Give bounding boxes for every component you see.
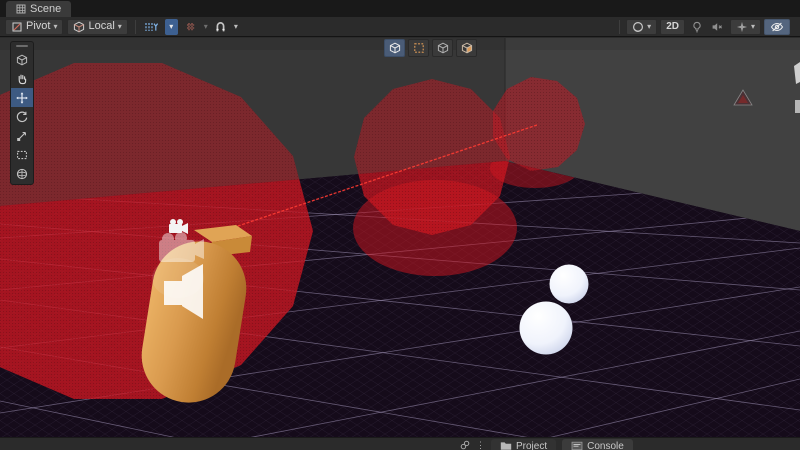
transform-icon — [16, 168, 28, 179]
2d-view-button[interactable]: 2D — [660, 18, 685, 35]
scene-audio-button[interactable] — [709, 19, 727, 35]
scene-toolbar: Pivot ▾ Local ▾ ▾ ▾ ▾ ▾ 2D ▾ — [0, 17, 800, 37]
tool-rect[interactable] — [11, 145, 33, 164]
snap-grid-icon — [186, 22, 195, 31]
local-caret-icon: ▾ — [117, 21, 122, 31]
console-icon — [571, 441, 583, 450]
audio-muted-icon — [713, 22, 723, 31]
handle-rotation-button[interactable]: Local ▾ — [67, 18, 128, 35]
folder-icon — [500, 442, 512, 450]
scene-render — [0, 38, 800, 450]
overlay-drag-handle[interactable] — [16, 45, 28, 47]
scene-grid-icon — [16, 4, 26, 14]
toolbar-separator-right — [619, 19, 621, 34]
tool-view-cube[interactable] — [11, 50, 33, 69]
window-tab-bar: Scene — [0, 0, 800, 17]
scene-tab-label: Scene — [30, 3, 62, 15]
white-sphere-large[interactable] — [519, 301, 573, 355]
tool-rotate[interactable] — [11, 107, 33, 126]
cube-face-icon — [461, 42, 472, 54]
rect-tool-icon — [17, 150, 27, 159]
toolbar-separator — [134, 19, 136, 34]
local-label: Local — [88, 20, 115, 32]
toolbar-right-group: ▾ 2D ▾ — [616, 18, 790, 35]
draw-mode-toggles — [384, 39, 477, 57]
tab-scene[interactable]: Scene — [6, 1, 72, 17]
unity-scene-window: Scene Pivot ▾ Local ▾ ▾ ▾ ▾ ▾ 2D ▾ ⋮ Pro… — [0, 0, 800, 450]
scene-lighting-button[interactable] — [688, 19, 706, 35]
rotate-icon — [16, 111, 28, 122]
grid-visibility-button[interactable] — [143, 19, 161, 35]
magnet-icon — [216, 21, 225, 31]
tool-transform[interactable] — [11, 164, 33, 183]
lightbulb-icon — [693, 21, 701, 32]
grid-dropdown-caret-icon: ▾ — [169, 21, 174, 31]
shading-mode-button[interactable]: ▾ — [626, 18, 658, 35]
scale-icon — [17, 131, 26, 141]
grid-axis-y-icon — [145, 22, 159, 31]
project-tab-label: Project — [516, 440, 548, 450]
snap-toggle-button[interactable] — [212, 19, 230, 35]
snap-increment-caret-icon[interactable]: ▾ — [204, 22, 208, 31]
toggle-wireframe[interactable] — [408, 39, 429, 57]
tab-console[interactable]: Console — [562, 439, 633, 450]
scene-viewport[interactable] — [0, 38, 800, 450]
pivot-caret-icon: ▾ — [53, 21, 58, 31]
white-sphere-small[interactable] — [549, 264, 589, 304]
tool-hand[interactable] — [11, 69, 33, 88]
pivot-label: Pivot — [26, 20, 51, 32]
console-tab-label: Console — [587, 440, 624, 450]
pivot-mode-button[interactable]: Pivot ▾ — [5, 18, 64, 35]
shading-caret-icon: ▾ — [647, 21, 652, 31]
hand-icon — [18, 74, 27, 84]
pivot-icon — [12, 22, 22, 31]
tab-project[interactable]: Project — [491, 439, 557, 450]
scene-visibility-button[interactable] — [764, 18, 790, 35]
local-cube-icon — [74, 21, 85, 32]
effects-sparkle-icon — [736, 21, 748, 32]
effects-caret-icon: ▾ — [750, 21, 755, 31]
cube-gray-icon — [437, 42, 448, 54]
cube-wire-icon — [389, 42, 400, 54]
move-icon — [16, 91, 28, 104]
tools-overlay — [10, 41, 34, 185]
toggle-shaded-wire[interactable] — [432, 39, 453, 57]
snap-increment-button[interactable] — [182, 19, 200, 35]
bottom-tab-strip: ⋮ Project Console — [0, 437, 800, 450]
shading-sphere-icon — [633, 21, 644, 32]
tool-scale[interactable] — [11, 126, 33, 145]
grid-visibility-dropdown[interactable]: ▾ — [164, 18, 178, 35]
more-options-icon[interactable]: ⋮ — [476, 439, 485, 450]
eye-slash-icon — [770, 22, 784, 31]
2d-label: 2D — [666, 21, 679, 32]
toggle-material[interactable] — [456, 39, 477, 57]
dashed-rect-icon — [413, 43, 424, 53]
effects-button[interactable]: ▾ — [729, 18, 761, 35]
link-icon[interactable] — [460, 439, 470, 450]
snap-toggle-caret-icon[interactable]: ▾ — [234, 22, 238, 31]
toggle-shaded[interactable] — [384, 39, 405, 57]
tool-move[interactable] — [11, 88, 33, 107]
